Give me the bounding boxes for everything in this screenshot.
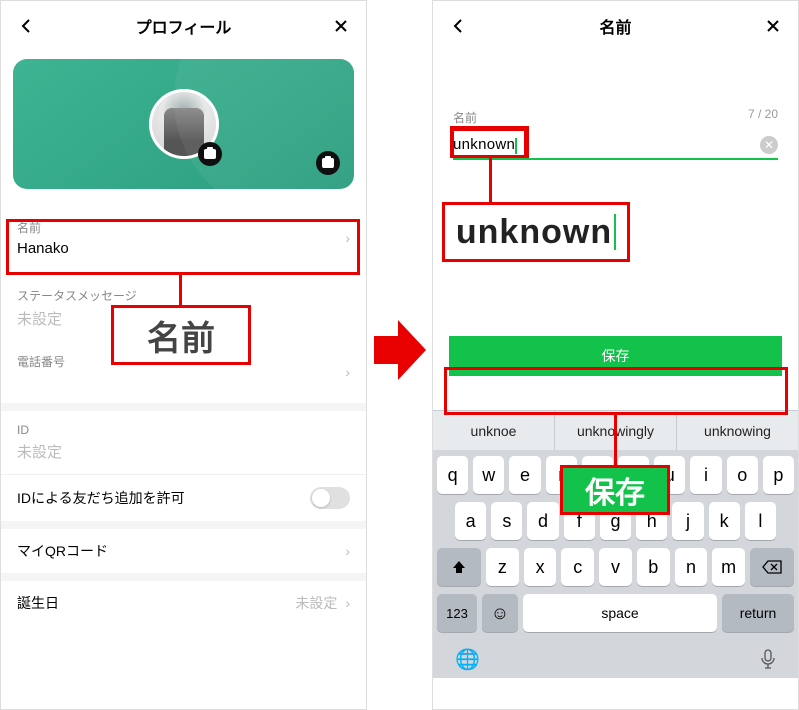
backspace-key[interactable] (750, 548, 794, 586)
return-key[interactable]: return (722, 594, 794, 632)
chevron-icon: › (345, 595, 350, 611)
camera-cover-icon[interactable] (316, 151, 340, 175)
key-l[interactable]: l (745, 502, 776, 540)
key-q[interactable]: q (437, 456, 468, 494)
callout-unknown: unknown (442, 202, 630, 262)
id-row[interactable]: ID 未設定 (1, 411, 366, 474)
divider (1, 573, 366, 581)
id-label: ID (17, 423, 350, 437)
callout-name: 名前 (111, 305, 251, 365)
id-allow-label: IDによる友だち追加を許可 (17, 488, 185, 508)
suggestion[interactable]: unknowing (677, 411, 798, 450)
key-n[interactable]: n (675, 548, 708, 586)
key-z[interactable]: z (486, 548, 519, 586)
qr-row[interactable]: マイQRコード › (1, 529, 366, 573)
id-value: 未設定 (17, 441, 350, 462)
key-j[interactable]: j (672, 502, 703, 540)
key-p[interactable]: p (763, 456, 794, 494)
qr-label: マイQRコード (17, 541, 108, 561)
bday-row[interactable]: 誕生日 未設定 › (1, 581, 366, 625)
emoji-key[interactable]: ☺ (482, 594, 518, 632)
id-allow-toggle[interactable] (310, 487, 350, 509)
keyboard-bottom-bar: 🌐 (437, 640, 794, 674)
status-label: ステータスメッセージ (17, 287, 350, 304)
close-icon[interactable] (762, 15, 784, 37)
back-icon[interactable] (447, 15, 469, 37)
key-row: 123 ☺ space return (437, 594, 794, 632)
shift-key[interactable] (437, 548, 481, 586)
highlight-save-button (444, 367, 788, 415)
avatar[interactable] (149, 89, 219, 159)
clear-icon[interactable]: ✕ (760, 136, 778, 154)
cover-image (13, 59, 354, 189)
camera-avatar-icon[interactable] (198, 142, 222, 166)
divider (1, 521, 366, 529)
numbers-key[interactable]: 123 (437, 594, 477, 632)
space-key[interactable]: space (523, 594, 717, 632)
header: プロフィール (1, 1, 366, 51)
highlight-input-box (450, 126, 529, 158)
char-counter: 7 / 20 (748, 107, 778, 121)
header: 名前 (433, 1, 798, 51)
key-w[interactable]: w (473, 456, 504, 494)
key-o[interactable]: o (727, 456, 758, 494)
callout-save: 保存 (560, 465, 670, 515)
globe-icon[interactable]: 🌐 (455, 647, 480, 672)
bday-value: 未設定 (295, 593, 337, 613)
phone-value (17, 374, 65, 391)
id-allow-row[interactable]: IDによる友だち追加を許可 (1, 475, 366, 521)
key-e[interactable]: e (509, 456, 540, 494)
key-a[interactable]: a (455, 502, 486, 540)
connector-line (489, 155, 492, 205)
page-title: 名前 (469, 14, 762, 38)
connector-line (179, 272, 182, 308)
key-k[interactable]: k (709, 502, 740, 540)
highlight-name-row (6, 219, 360, 275)
key-b[interactable]: b (637, 548, 670, 586)
arrow-icon (374, 320, 428, 380)
name-edit-screen: 名前 名前 7 / 20 unknown ✕ 保存 unknoe unknowi… (432, 0, 799, 710)
chevron-icon: › (345, 364, 350, 380)
suggestion[interactable]: unknoe (433, 411, 555, 450)
page-title: プロフィール (37, 14, 330, 38)
connector-line (614, 412, 617, 468)
profile-screen: プロフィール 名前 Hanako › ステータスメッセージ 未設定 電話番号 (0, 0, 367, 710)
divider (1, 403, 366, 411)
chevron-icon: › (345, 543, 350, 559)
phone-label: 電話番号 (17, 353, 65, 370)
key-c[interactable]: c (561, 548, 594, 586)
close-icon[interactable] (330, 15, 352, 37)
key-row: zxcvbnm (437, 548, 794, 586)
key-x[interactable]: x (524, 548, 557, 586)
key-s[interactable]: s (491, 502, 522, 540)
back-icon[interactable] (15, 15, 37, 37)
mic-icon[interactable] (760, 649, 776, 669)
key-i[interactable]: i (690, 456, 721, 494)
key-d[interactable]: d (527, 502, 558, 540)
bday-label: 誕生日 (17, 593, 59, 613)
key-m[interactable]: m (712, 548, 745, 586)
field-label: 名前 (453, 109, 778, 126)
key-v[interactable]: v (599, 548, 632, 586)
